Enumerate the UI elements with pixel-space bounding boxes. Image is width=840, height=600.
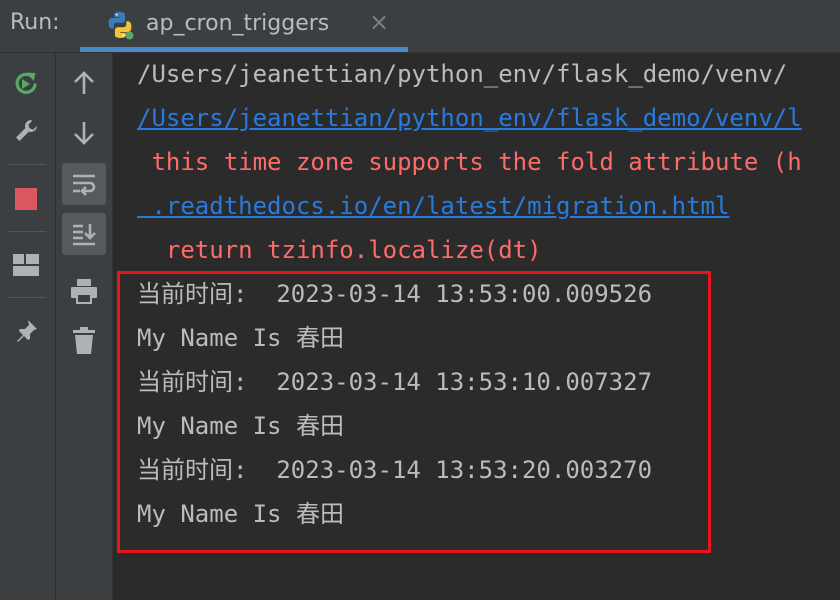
run-tool-window-header: Run: ap_cron_triggers × [0,0,840,53]
arrow-up-icon[interactable] [68,67,100,99]
highlight-annotation-box [117,271,711,553]
python-icon [104,9,136,41]
toolbar-separator [8,164,46,165]
tab-title: ap_cron_triggers [146,11,330,36]
print-icon[interactable] [68,275,100,307]
run-label: Run: [10,10,60,35]
tab-ap-cron-triggers[interactable]: ap_cron_triggers × [80,0,408,52]
scroll-to-end-icon[interactable] [62,213,106,255]
console-link[interactable]: /Users/jeanettian/python_env/flask_demo/… [137,103,802,133]
console-line: /Users/jeanettian/python_env/flask_demo/… [137,60,788,88]
toolbar-separator [8,231,46,232]
console-link[interactable]: .readthedocs.io/en/latest/migration.html [137,191,729,221]
toolbar-separator [8,297,46,298]
soft-wrap-icon[interactable] [62,163,106,205]
run-toolbar-primary [0,53,56,600]
active-tab-indicator [80,47,408,52]
pin-icon[interactable] [10,315,42,347]
rerun-icon[interactable] [10,67,42,99]
trash-icon[interactable] [68,325,100,357]
console-error-line: return tzinfo.localize(dt) [137,236,542,264]
stop-icon[interactable] [10,183,42,215]
run-toolbar-secondary [56,53,113,600]
arrow-down-icon[interactable] [68,117,100,149]
layout-icon[interactable] [10,249,42,281]
console-error-line: this time zone supports the fold attribu… [137,148,802,176]
close-icon[interactable]: × [369,10,389,34]
wrench-icon[interactable] [10,115,42,147]
